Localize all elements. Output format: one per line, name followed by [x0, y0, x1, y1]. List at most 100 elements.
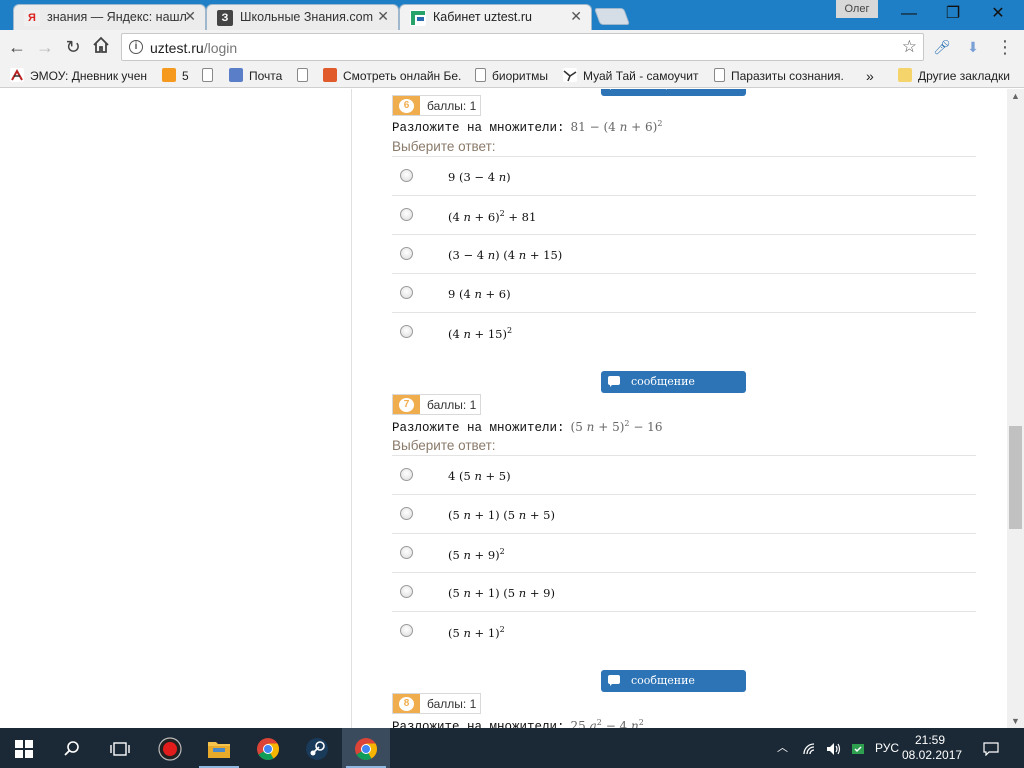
bookmark-item[interactable] [297, 68, 314, 85]
answer-radio[interactable] [400, 507, 413, 520]
question-number-text: 8 [399, 697, 414, 711]
download-icon[interactable]: ⬇ [964, 38, 982, 56]
message-button-label: сообщение учителю [631, 375, 695, 410]
recorder-app-icon[interactable] [146, 728, 194, 768]
home-icon[interactable] [90, 36, 112, 58]
microphone-icon[interactable]: 🎤︎ [933, 38, 951, 56]
bookmark-star-icon[interactable]: ☆ [902, 37, 917, 57]
answer-option[interactable]: (4 n + 6)2 + 81 [392, 195, 976, 234]
answer-option[interactable]: 4 (5 n + 5) [392, 455, 976, 494]
address-url: uztest.ru/login [150, 40, 237, 56]
tab-znania[interactable]: З Школьные Знания.com ✕ [206, 4, 399, 30]
answer-option[interactable]: (4 n + 15)2 [392, 312, 976, 351]
question-prompt: Разложите на множители: [392, 421, 565, 435]
forward-icon[interactable]: → [34, 36, 56, 58]
menu-icon[interactable]: ⋮ [996, 38, 1014, 56]
question-expression: 25 a2 − 4 n2 [570, 718, 644, 728]
bookmark-label: Почта [249, 69, 283, 83]
network-icon[interactable] [802, 728, 818, 768]
minimize-button[interactable]: — [887, 2, 931, 26]
answer-option[interactable]: 9 (3 − 4 n) [392, 156, 976, 195]
windows-start-icon[interactable] [0, 728, 48, 768]
bookmark-item[interactable]: ЭМОУ: Дневник учен [10, 68, 147, 85]
message-teacher-button[interactable]: сообщение учителю [601, 89, 746, 113]
answer-radio[interactable] [400, 546, 413, 559]
scrollbar-thumb[interactable] [1009, 426, 1022, 529]
close-icon[interactable]: ✕ [184, 8, 196, 25]
bookmark-item[interactable]: Смотреть онлайн Бе. [323, 68, 461, 85]
answer-option[interactable]: (5 n + 1) (5 n + 5) [392, 494, 976, 533]
task-view-icon[interactable] [96, 728, 144, 768]
bookmark-item[interactable] [202, 68, 219, 85]
language-indicator[interactable]: РУС [875, 728, 899, 768]
reload-icon[interactable]: ↻ [62, 36, 84, 58]
yandex-icon: Я [24, 10, 40, 26]
answer-text: (5 n + 9)2 [448, 547, 505, 562]
question-number: 8 [393, 694, 420, 713]
more-bookmarks-button[interactable]: » [866, 68, 874, 85]
choose-answer-label: Выберите ответ: [392, 438, 496, 453]
answer-option[interactable]: (3 − 4 n) (4 n + 15) [392, 234, 976, 273]
column-divider [351, 89, 352, 728]
profile-button[interactable]: Олег [836, 0, 878, 18]
video-icon [323, 68, 337, 82]
tab-strip: Я знания — Яндекс: нашл ✕ З Школьные Зна… [0, 0, 1024, 30]
answer-text: (5 n + 1)2 [448, 625, 505, 640]
answer-radio[interactable] [400, 247, 413, 260]
file-explorer-icon[interactable] [195, 728, 243, 768]
muaythai-icon [563, 68, 577, 82]
steam-icon[interactable] [293, 728, 341, 768]
answer-option[interactable]: (5 n + 9)2 [392, 533, 976, 572]
scrollbar[interactable]: ▲ ▼ [1007, 89, 1024, 728]
bookmark-item[interactable]: 5 [162, 68, 189, 85]
question-number: 6 [393, 96, 420, 115]
answer-option[interactable]: 9 (4 n + 6) [392, 273, 976, 312]
bookmark-item[interactable]: биоритмы [475, 68, 548, 85]
answer-text: 4 (5 n + 5) [448, 469, 511, 483]
answer-option[interactable]: (5 n + 1)2 [392, 611, 976, 650]
chevron-up-icon[interactable]: ︿ [777, 728, 788, 768]
message-icon [608, 675, 620, 686]
volume-icon[interactable] [826, 728, 842, 768]
back-icon[interactable]: ← [6, 36, 28, 58]
message-teacher-button[interactable]: сообщение учителю [601, 670, 746, 709]
other-bookmarks[interactable]: Другие закладки [898, 68, 1010, 85]
chrome-icon[interactable] [244, 728, 292, 768]
close-icon[interactable]: ✕ [377, 8, 389, 25]
close-icon[interactable]: ✕ [570, 8, 582, 25]
answer-text: (4 n + 6)2 + 81 [448, 209, 537, 224]
answer-radio[interactable] [400, 325, 413, 338]
address-bar[interactable]: i uztest.ru/login ☆ [121, 33, 924, 61]
chrome-active-icon[interactable] [342, 728, 390, 768]
message-button-label: сообщение учителю [631, 89, 695, 113]
bookmark-label: биоритмы [492, 69, 548, 83]
question-text: Разложите на множители: (5 n + 5)2 − 16 [392, 419, 662, 435]
question-number-text: 7 [399, 398, 414, 412]
answer-radio[interactable] [400, 169, 413, 182]
scroll-up-icon[interactable]: ▲ [1011, 91, 1020, 101]
bookmark-item[interactable]: Паразиты сознания. [714, 68, 844, 85]
security-icon[interactable] [850, 728, 866, 768]
bookmark-item[interactable]: Почта [229, 68, 282, 85]
new-tab-button[interactable] [593, 8, 631, 25]
answer-text: (5 n + 1) (5 n + 9) [448, 586, 555, 600]
answer-option[interactable]: (5 n + 1) (5 n + 9) [392, 572, 976, 611]
answer-radio[interactable] [400, 585, 413, 598]
clock[interactable]: 21:59 08.02.2017 [902, 733, 962, 763]
site-info-icon[interactable]: i [129, 40, 143, 54]
bookmark-item[interactable]: Муай Тай - самоучит [563, 68, 698, 85]
answer-radio[interactable] [400, 286, 413, 299]
close-window-button[interactable]: ✕ [976, 2, 1020, 26]
windows-taskbar: ︿ РУС 21:59 08.02.2017 [0, 728, 1024, 768]
answer-radio[interactable] [400, 468, 413, 481]
answer-radio[interactable] [400, 624, 413, 637]
tab-uztest[interactable]: Кабинет uztest.ru ✕ [399, 4, 592, 30]
message-teacher-button[interactable]: сообщение учителю [601, 371, 746, 410]
notifications-icon[interactable] [983, 728, 999, 768]
maximize-button[interactable]: ❐ [931, 2, 975, 26]
scroll-down-icon[interactable]: ▼ [1011, 716, 1020, 726]
search-icon[interactable] [48, 728, 96, 768]
tab-yandex[interactable]: Я знания — Яндекс: нашл ✕ [13, 4, 206, 30]
mail-icon [229, 68, 243, 82]
answer-radio[interactable] [400, 208, 413, 221]
